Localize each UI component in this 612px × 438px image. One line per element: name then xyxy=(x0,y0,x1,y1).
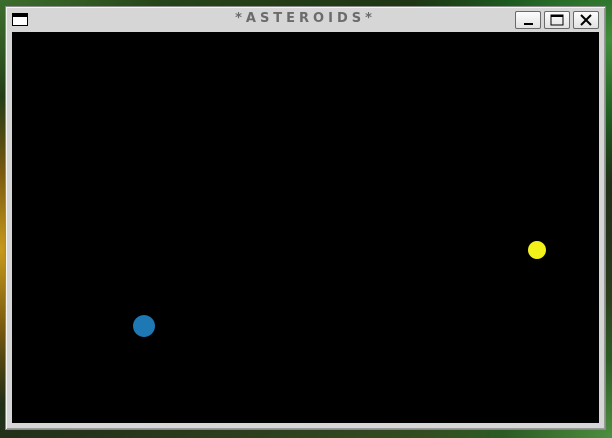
game-canvas[interactable] xyxy=(12,32,599,423)
asteroid xyxy=(528,241,546,259)
app-window: *ASTEROIDS* xyxy=(5,6,606,430)
player-ship xyxy=(133,315,155,337)
close-button[interactable] xyxy=(573,11,599,29)
maximize-icon xyxy=(550,14,564,26)
minimize-icon xyxy=(524,23,533,25)
desktop: { "window": { "title": "*ASTEROIDS*", "b… xyxy=(0,0,612,438)
minimize-button[interactable] xyxy=(515,11,541,29)
titlebar[interactable]: *ASTEROIDS* xyxy=(6,7,605,32)
maximize-button[interactable] xyxy=(544,11,570,29)
close-icon xyxy=(580,14,592,26)
